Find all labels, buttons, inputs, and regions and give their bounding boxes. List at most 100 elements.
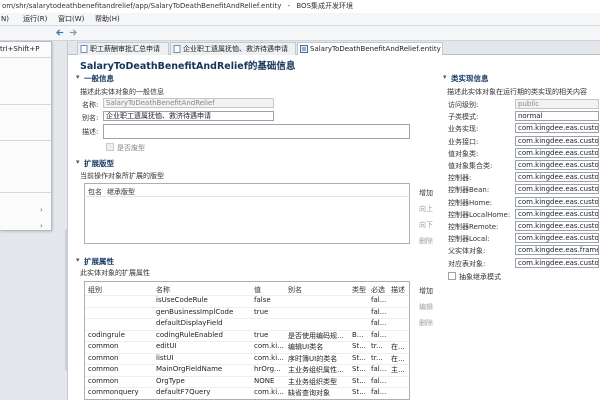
edit-property-button[interactable]: 编辑 (419, 302, 433, 312)
cell-alias[interactable]: 主业务组织属性... (288, 365, 350, 375)
class-impl-field[interactable]: com.kingdee.eas.custom (515, 184, 599, 195)
tab-salary-approval[interactable]: 职工薪酬审批汇总申请 (77, 42, 169, 55)
file-icon (173, 45, 181, 53)
cell-group[interactable]: commonquery (88, 388, 152, 396)
delete-property-button[interactable]: 删除 (419, 318, 433, 328)
move-down-button[interactable]: 向下 (419, 220, 433, 230)
submenu-arrow-icon[interactable]: › (40, 222, 43, 230)
cell-required[interactable]: fal... (371, 331, 390, 339)
cell-value[interactable]: com.ki... (254, 354, 286, 362)
cell-value[interactable]: true (254, 331, 286, 339)
cell-description[interactable]: 在... (391, 354, 409, 364)
cell-type[interactable]: St... (352, 342, 370, 350)
cell-alias[interactable]: 主业务组织类型 (288, 377, 350, 387)
class-impl-field[interactable]: com.kingdee.eas.custom (515, 196, 599, 207)
collapse-toggle-icon[interactable]: ▾ (443, 73, 447, 81)
name-label: 名称: (82, 101, 99, 109)
class-impl-field[interactable]: com.kingdee.eas.custom (515, 135, 599, 146)
collapse-toggle-icon[interactable]: ▾ (76, 158, 80, 166)
class-impl-field[interactable]: com.kingdee.eas.custom (515, 221, 599, 231)
cell-name[interactable]: isUseCodeRule (156, 296, 252, 304)
cell-type[interactable]: St... (352, 365, 370, 373)
cell-value[interactable]: com.ki... (254, 388, 286, 396)
menu-item-run[interactable]: 运行(R) (23, 13, 47, 26)
class-impl-field[interactable]: com.kingdee.eas.custom (515, 172, 599, 183)
editor-tab-bar: 职工薪酬审批汇总申请 企业职工遗属抚恤、救济待遇申请 SalaryToDeath… (68, 41, 600, 55)
add-property-button[interactable]: 增加 (419, 286, 433, 296)
class-impl-field[interactable]: com.kingdee.eas.custom (515, 257, 599, 268)
class-impl-field[interactable]: public (515, 99, 599, 109)
delete-stereotype-button[interactable]: 删除 (419, 236, 433, 246)
cell-description[interactable]: 在... (391, 342, 409, 352)
cell-description[interactable]: 主... (391, 365, 409, 375)
cell-required[interactable]: fal... (371, 319, 390, 327)
alias-field[interactable]: 企业职工遗属抚恤、救济待遇申请 (103, 111, 274, 121)
menu-separator (0, 104, 51, 105)
cell-type[interactable]: B... (352, 331, 370, 339)
move-up-button[interactable]: 向上 (419, 204, 433, 214)
back-arrow-icon[interactable] (56, 28, 65, 37)
cell-type[interactable]: St... (352, 377, 370, 385)
cell-alias[interactable]: 编辑UI类名 (288, 342, 350, 352)
cell-name[interactable]: editUI (156, 342, 252, 350)
cell-value[interactable]: true (254, 308, 286, 316)
collapse-toggle-icon[interactable]: ▾ (76, 73, 80, 81)
menu-item-help[interactable]: 帮助(H) (95, 13, 120, 26)
cell-alias[interactable]: 是否使用编码规... (288, 331, 350, 341)
cell-group[interactable]: common (88, 365, 152, 373)
menu-separator (0, 57, 51, 58)
cell-required[interactable]: fal... (371, 308, 390, 316)
class-impl-field[interactable]: com.kingdee.eas.custom (515, 233, 599, 244)
cell-name[interactable]: MainOrgFieldName (156, 365, 252, 373)
cell-group[interactable]: common (88, 354, 152, 362)
class-impl-field[interactable]: com.kingdee.eas.custom (515, 147, 599, 158)
cell-required[interactable]: fal... (371, 296, 390, 304)
cell-group[interactable]: common (88, 342, 152, 350)
cell-required[interactable]: fal... (371, 365, 390, 373)
class-impl-label: 控制器Bean: (448, 186, 490, 195)
cell-type[interactable]: St... (352, 388, 370, 396)
column-header-type: 类型 (352, 286, 366, 294)
cell-group[interactable]: common (88, 377, 152, 385)
deprecated-checkbox[interactable] (106, 143, 114, 151)
collapse-toggle-icon[interactable]: ▾ (76, 256, 80, 264)
cell-group[interactable]: codingrule (88, 331, 152, 339)
class-impl-field[interactable]: com.kingdee.eas.custom (515, 123, 599, 134)
column-header-group: 组别 (88, 286, 102, 294)
cell-required[interactable]: fal... (371, 377, 390, 385)
abstract-inherit-checkbox[interactable] (448, 272, 456, 280)
column-header-value: 值 (254, 286, 261, 294)
cell-value[interactable]: hrOrg... (254, 365, 286, 373)
window-title-path: om/shr/salarytodeathbenefitandrelief/app… (2, 2, 282, 10)
cell-required[interactable]: tr... (371, 354, 390, 362)
tab-label: 企业职工遗属抚恤、救济待遇申请 (183, 45, 288, 53)
description-field[interactable] (103, 124, 410, 139)
add-stereotype-button[interactable]: 增加 (419, 188, 433, 198)
cell-name[interactable]: defaultF7Query (156, 388, 252, 396)
menu-item-window[interactable]: 窗口(W) (58, 13, 84, 26)
class-impl-field[interactable]: com.kingdee.eas.framew (515, 245, 599, 256)
name-field[interactable]: SalaryToDeathBenefitAndRelief (103, 98, 274, 108)
class-impl-field[interactable]: com.kingdee.eas.custom (515, 160, 599, 170)
cell-required[interactable]: tr... (371, 342, 390, 350)
class-impl-field[interactable]: normal (515, 111, 599, 122)
tab-death-benefit-application[interactable]: 企业职工遗属抚恤、救济待遇申请 (170, 42, 296, 55)
class-impl-field[interactable]: com.kingdee.eas.custom (515, 208, 599, 219)
submenu-arrow-icon[interactable]: › (40, 206, 43, 214)
cell-required[interactable]: fal... (371, 388, 390, 396)
tab-entity-file[interactable]: SalaryToDeathBenefitAndRelief.entity (297, 42, 443, 55)
cell-name[interactable]: codingRuleEnabled (156, 331, 252, 339)
cell-type[interactable]: St... (352, 354, 370, 362)
alias-label: 别名: (82, 114, 99, 122)
cell-alias[interactable]: 缺省查询对象 (288, 388, 350, 398)
cell-value[interactable]: com.ki... (254, 342, 286, 350)
cell-value[interactable]: NONE (254, 377, 286, 385)
forward-arrow-icon[interactable] (68, 28, 77, 37)
cell-name[interactable]: defaultDisplayField (156, 319, 252, 327)
cell-name[interactable]: genBusinessImplCode (156, 308, 252, 316)
menu-item-navigate[interactable]: N) (1, 13, 9, 26)
cell-value[interactable]: false (254, 296, 286, 304)
cell-alias[interactable]: 序时簿UI的类名 (288, 354, 350, 364)
cell-name[interactable]: listUI (156, 354, 252, 362)
cell-name[interactable]: OrgType (156, 377, 252, 385)
